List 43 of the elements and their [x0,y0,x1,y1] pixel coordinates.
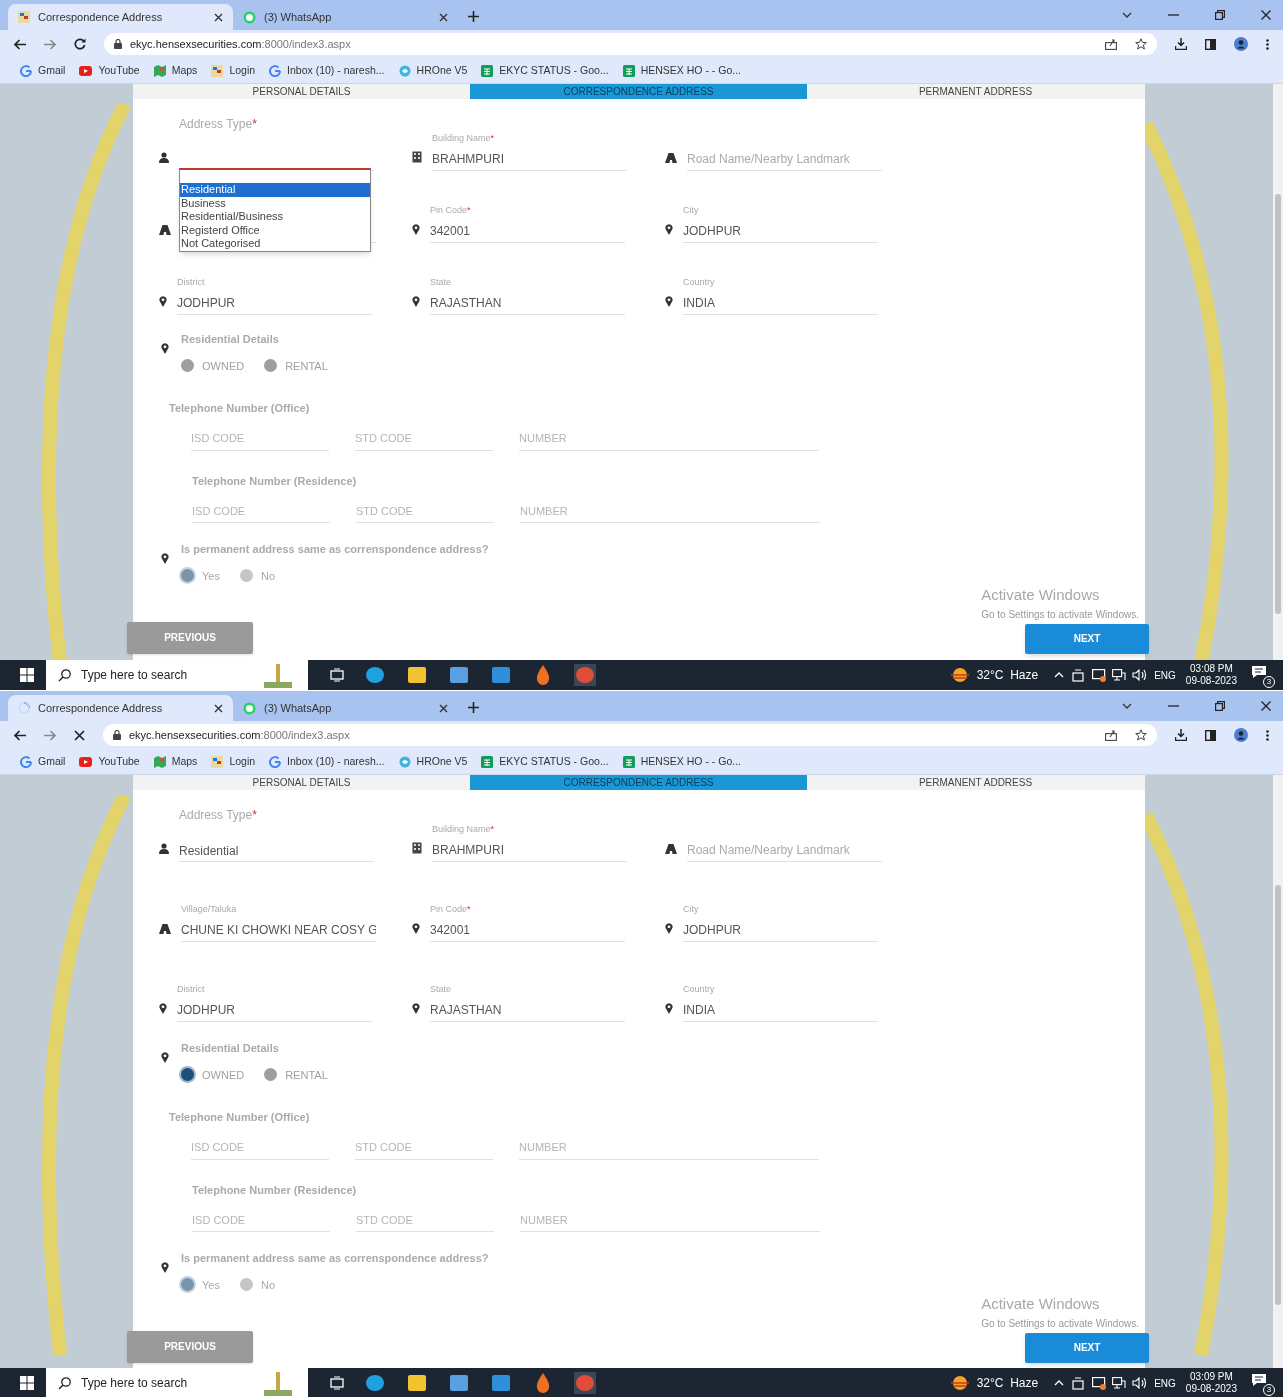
section-label: Residential Details [181,332,280,347]
activation-notice-text: Go to Settings to activate Windows. [981,1316,1139,1331]
field-label: District [177,982,206,996]
tab-title: (3) WhatsApp [264,9,333,25]
url-text: ekyc.hensexsecurities.com:8000/index3.aspx [130,36,351,52]
field-label: Building Name* [432,822,496,836]
field-label: City [683,902,700,916]
radio-label: Yes [202,1277,220,1293]
field-label: District [177,275,206,289]
question-label: Is permanent address same as correnspondence address? [181,542,489,557]
tab-title: Correspondence Address [38,9,164,25]
field-label: Pin Code* [430,203,472,217]
field-label: Village/Taluka [181,902,238,916]
section-label: Telephone Number (Residence) [192,1182,358,1198]
field-label: Pin Code* [430,902,472,916]
field-label: Country [683,275,716,289]
radio-label: No [260,1277,275,1293]
activation-notice-title: Activate Windows [981,1294,1100,1314]
radio-label: RENTAL [285,358,328,374]
notification-count: 3 [1263,676,1275,688]
section-label: Residential Details [181,1041,280,1056]
field-label: Address Type* [179,807,258,824]
field-label: State [430,982,452,996]
radio-label: OWNED [202,1067,245,1083]
radio-label: RENTAL [285,1067,328,1083]
notification-count: 3 [1263,1384,1275,1396]
radio-label: No [260,568,275,584]
radio-label: OWNED [202,358,245,374]
field-label: Building Name* [432,131,496,145]
question-label: Is permanent address same as correnspondence address? [181,1251,489,1266]
field-label: City [683,203,700,217]
url-text: ekyc.hensexsecurities.com:8000/index3.aspx [129,727,350,743]
activation-notice-text: Go to Settings to activate Windows. [981,607,1139,622]
activation-notice-title: Activate Windows [981,585,1100,605]
section-label: Telephone Number (Office) [169,401,311,416]
tab-title: Correspondence Address [38,700,164,716]
field-label: State [430,275,452,289]
section-label: Telephone Number (Residence) [192,473,358,489]
tab-title: (3) WhatsApp [264,700,333,716]
field-label: Country [683,982,716,996]
section-label: Telephone Number (Office) [169,1110,311,1125]
radio-label: Yes [202,568,220,584]
field-label: Address Type* [179,116,258,133]
